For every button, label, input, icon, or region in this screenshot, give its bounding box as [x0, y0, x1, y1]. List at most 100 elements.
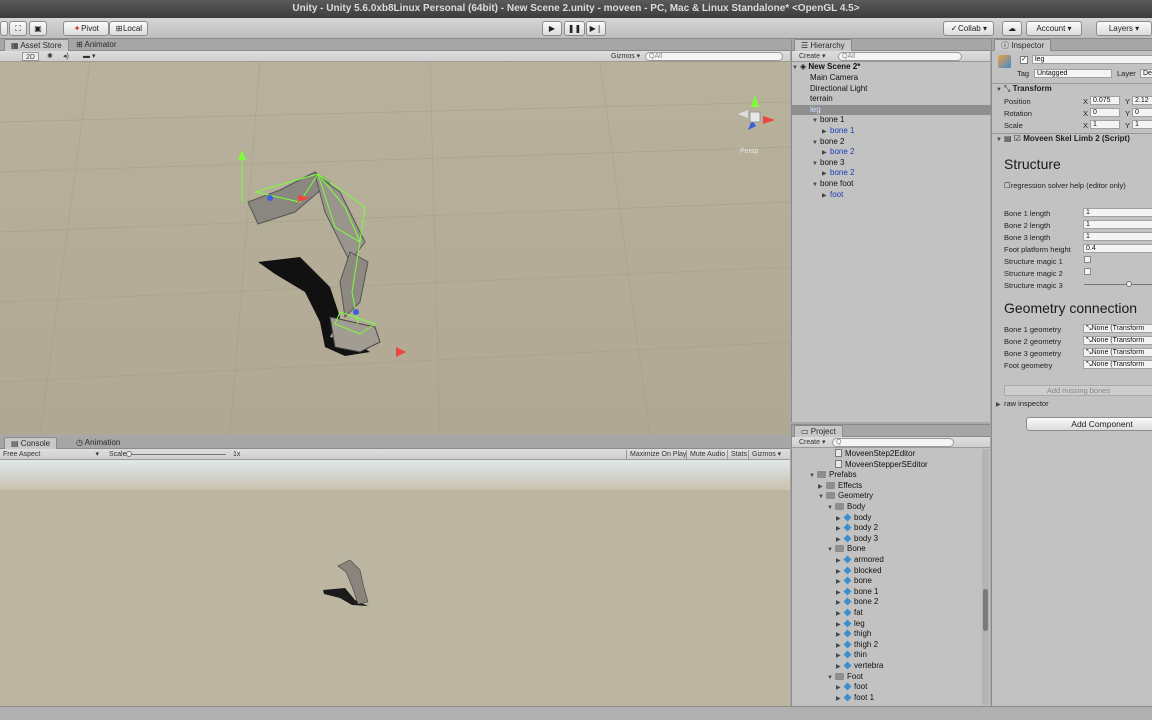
geometry-object-field[interactable]: ⤡None (Transform: [1083, 348, 1152, 357]
rotation-y-field[interactable]: 0: [1132, 108, 1152, 117]
project-item[interactable]: ▶ thigh: [836, 629, 871, 640]
hierarchy-item[interactable]: ▼ bone 1: [792, 115, 991, 126]
project-item[interactable]: ▶ foot: [836, 682, 867, 693]
hierarchy-create-button[interactable]: Create ▾: [796, 52, 828, 61]
structure-field-input[interactable]: 0.4: [1083, 244, 1152, 253]
project-item[interactable]: ▶ thigh 2: [836, 640, 878, 651]
project-search-input[interactable]: Q: [832, 438, 954, 447]
game-viewport[interactable]: [0, 460, 790, 706]
project-item[interactable]: ▼ Foot: [827, 672, 863, 683]
pause-button[interactable]: ❚❚: [564, 21, 585, 36]
project-item[interactable]: ▼ Body: [827, 502, 865, 513]
structure-field-input[interactable]: 1: [1083, 220, 1152, 229]
collapse-icon[interactable]: ▼: [827, 545, 835, 556]
project-item[interactable]: ▶ vertebra: [836, 661, 883, 672]
layers-button[interactable]: Layers ▾: [1096, 21, 1152, 36]
regression-row[interactable]: ☐regression solver help (editor only): [1004, 181, 1126, 190]
audio-toggle[interactable]: ◂): [60, 52, 72, 61]
gizmo-z-handle[interactable]: [267, 195, 273, 201]
pivot-button[interactable]: ✦Pivot: [63, 21, 109, 36]
hierarchy-item[interactable]: ▶ bone 2: [792, 168, 991, 179]
project-item[interactable]: MoveenStep2Editor: [827, 449, 915, 460]
hierarchy-item[interactable]: ▼ bone 3: [792, 158, 991, 169]
tab-project[interactable]: ▭ Project: [794, 425, 843, 437]
regression-checkbox[interactable]: ☐: [1004, 181, 1011, 190]
project-item[interactable]: ▶ bone 1: [836, 587, 878, 598]
structure-field-input[interactable]: 1: [1083, 232, 1152, 241]
project-item[interactable]: ▶ body 3: [836, 534, 878, 545]
project-item[interactable]: ▶ leg: [836, 619, 865, 630]
project-create-button[interactable]: Create ▾: [796, 438, 828, 447]
project-item[interactable]: ▶ body: [836, 513, 871, 524]
project-item[interactable]: ▶ body 2: [836, 523, 878, 534]
game-gizmos-button[interactable]: Gizmos ▾: [748, 450, 784, 459]
tab-console[interactable]: ▤ Console: [4, 437, 58, 449]
scale-slider-thumb[interactable]: [126, 451, 132, 457]
project-scrollbar[interactable]: [982, 449, 989, 705]
cloud-button[interactable]: ☁: [1002, 21, 1022, 36]
object-name-field[interactable]: leg: [1032, 55, 1152, 64]
scene-search-input[interactable]: QAll: [645, 52, 783, 61]
magic-3-slider[interactable]: [1084, 284, 1152, 285]
expand-icon[interactable]: ▶: [822, 191, 830, 202]
tab-asset-store[interactable]: ▦ Asset Store: [4, 39, 69, 51]
active-checkbox[interactable]: ✓: [1020, 56, 1028, 64]
geometry-object-field[interactable]: ⤡None (Transform: [1083, 360, 1152, 369]
tab-hierarchy[interactable]: ☰ Hierarchy: [794, 39, 852, 51]
geometry-object-field[interactable]: ⤡None (Transform: [1083, 336, 1152, 345]
hierarchy-item[interactable]: ▼ bone foot: [792, 179, 991, 190]
tab-animator[interactable]: ⊞ Animator: [70, 39, 123, 51]
transform-tool-button[interactable]: ▣: [29, 21, 47, 36]
hierarchy-item[interactable]: ▶ foot: [792, 190, 991, 201]
add-missing-bones-button[interactable]: Add missing bones: [1004, 385, 1152, 396]
project-item[interactable]: ▼ Prefabs: [809, 470, 857, 481]
aspect-dropdown[interactable]: Free Aspect ▾: [0, 450, 102, 459]
local-button[interactable]: ⊞Local: [109, 21, 148, 36]
project-item[interactable]: ▼ Geometry: [818, 491, 873, 502]
hierarchy-item[interactable]: ▼ bone 2: [792, 137, 991, 148]
play-button[interactable]: ▶: [542, 21, 562, 36]
project-item[interactable]: ▶ Effects: [818, 481, 862, 492]
maximize-on-play-button[interactable]: Maximize On Play: [626, 450, 689, 459]
project-item[interactable]: ▶ thin: [836, 650, 867, 661]
collapse-icon[interactable]: ▼: [827, 673, 835, 684]
project-scrollbar-thumb[interactable]: [983, 589, 988, 631]
mute-audio-button[interactable]: Mute Audio: [686, 450, 728, 459]
scale-slider[interactable]: [128, 454, 226, 455]
hierarchy-item[interactable]: terrain: [792, 94, 991, 105]
hierarchy-item[interactable]: ▶ bone 2: [792, 147, 991, 158]
project-item[interactable]: MoveenStepperSEditor: [827, 459, 928, 471]
hierarchy-item[interactable]: Directional Light: [792, 84, 991, 95]
magic-1-checkbox[interactable]: [1084, 256, 1091, 263]
rect-tool-button[interactable]: ⛶: [9, 21, 27, 36]
structure-field-input[interactable]: 1: [1083, 208, 1152, 217]
magic-3-slider-thumb[interactable]: [1126, 281, 1132, 287]
gizmo-z-handle-2[interactable]: [353, 309, 359, 315]
project-item[interactable]: ▶ blocked: [836, 566, 882, 577]
step-button[interactable]: ▶❘: [586, 21, 606, 36]
add-component-button[interactable]: Add Component: [1026, 417, 1152, 431]
hierarchy-item[interactable]: ▶ bone 1: [792, 126, 991, 137]
project-item[interactable]: ▶ bone 2: [836, 597, 878, 608]
gizmos-dropdown[interactable]: Gizmos ▾: [608, 52, 643, 61]
scene-root-row[interactable]: ▼ ◈ New Scene 2*: [792, 62, 991, 73]
script-enabled-checkbox[interactable]: ☑: [1014, 134, 1023, 143]
project-item[interactable]: ▶ armored: [836, 555, 884, 566]
transform-header[interactable]: ▼ ⤡ Transform: [992, 83, 1152, 95]
project-item[interactable]: ▶ bone: [836, 576, 872, 587]
stats-button[interactable]: Stats: [727, 450, 750, 459]
project-item[interactable]: ▶ fat: [836, 608, 863, 619]
script-component-header[interactable]: ▼ ▤ ☑ Moveen Skel Limb 2 (Script): [992, 133, 1152, 145]
hierarchy-search-input[interactable]: QAll: [838, 52, 962, 61]
collab-button[interactable]: ✓Collab ▾: [943, 21, 994, 36]
effects-toggle[interactable]: ▬ ▾: [80, 52, 98, 61]
hierarchy-item[interactable]: Main Camera: [792, 73, 991, 84]
tab-animation[interactable]: ◷ Animation: [70, 437, 126, 449]
project-item[interactable]: ▶ foot 1: [836, 693, 874, 704]
account-button[interactable]: Account ▾: [1026, 21, 1082, 36]
scene-viewport[interactable]: Persp: [0, 62, 790, 435]
collapse-icon[interactable]: ▼: [809, 471, 817, 482]
hierarchy-item[interactable]: leg: [792, 104, 991, 116]
tag-dropdown[interactable]: Untagged: [1034, 69, 1112, 78]
lighting-toggle[interactable]: ✺: [44, 52, 56, 61]
